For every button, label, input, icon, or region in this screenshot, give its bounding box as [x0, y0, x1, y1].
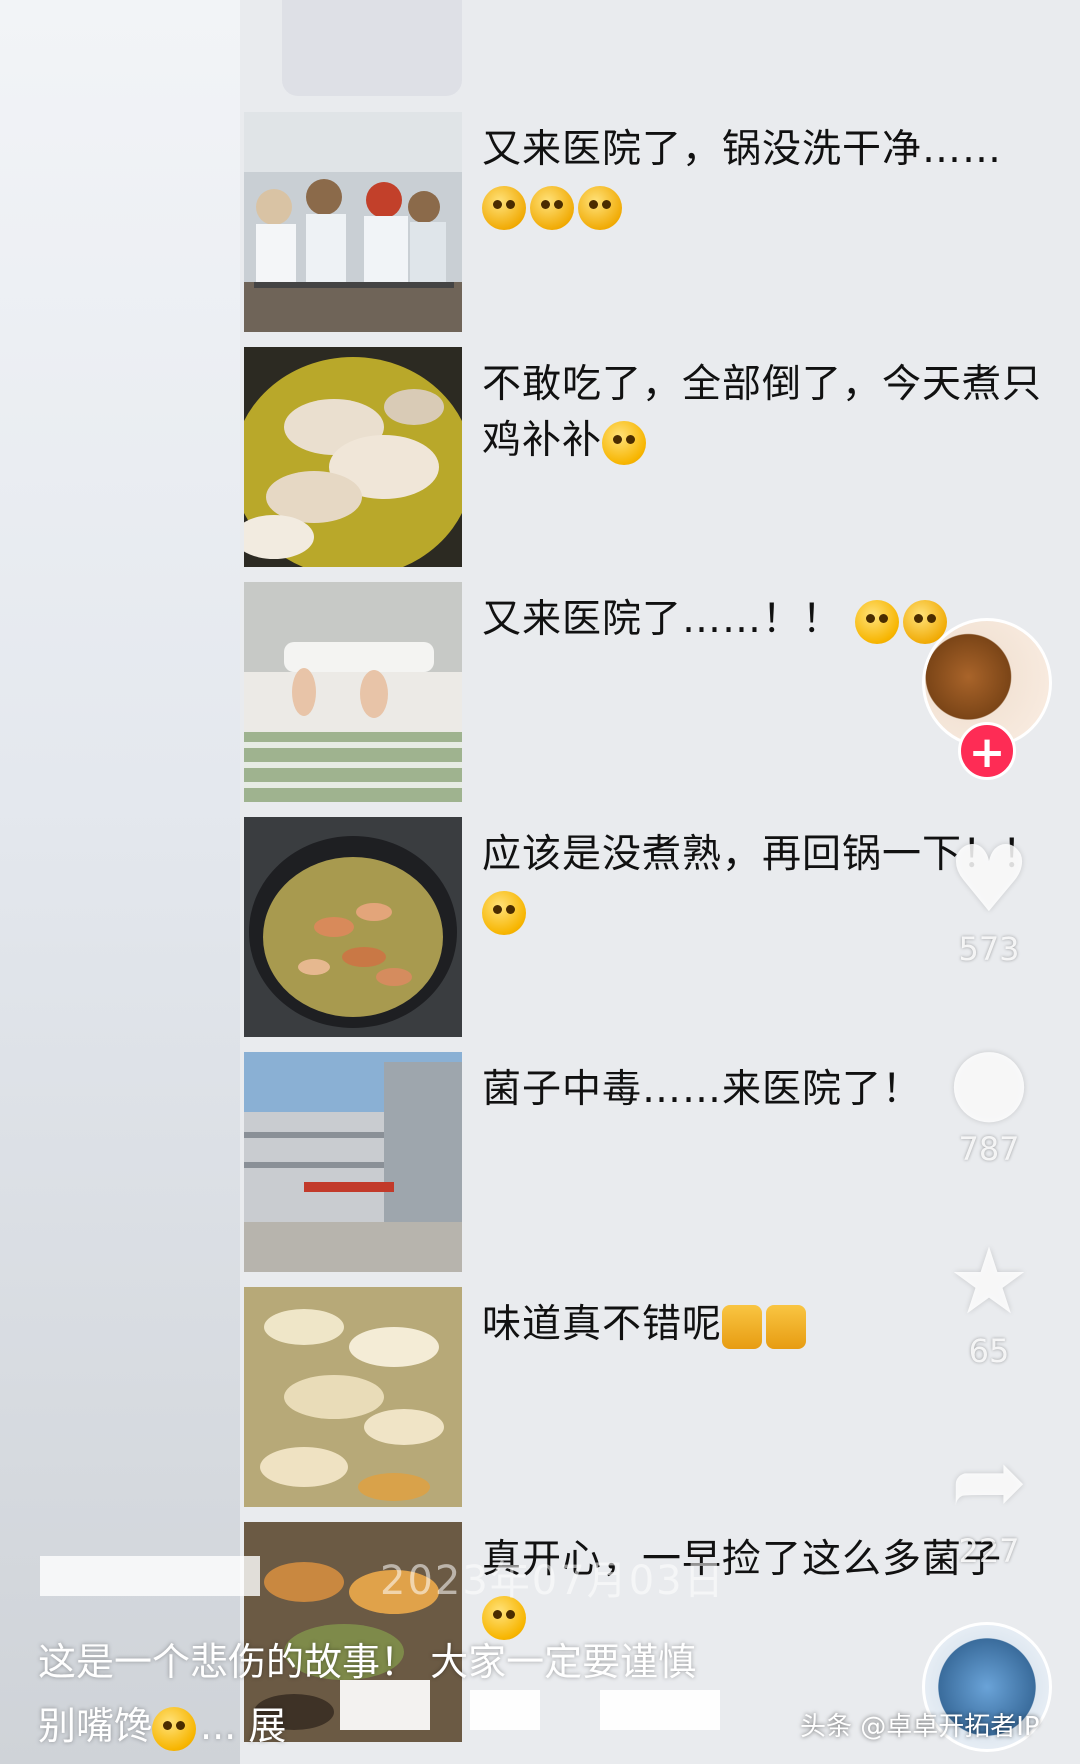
star-icon: ★: [947, 1228, 1031, 1335]
post-text: 又来医院了，锅没洗干净……: [482, 122, 1072, 234]
list-item[interactable]: 又来医院了，锅没洗干净……: [244, 112, 1080, 347]
expand-button[interactable]: 展: [248, 1704, 286, 1748]
follow-button[interactable]: +: [958, 722, 1016, 780]
angry-icon: [855, 599, 900, 644]
favorite-button[interactable]: ★ 65: [934, 1228, 1044, 1371]
caption-line-2-text: 别嘴馋: [38, 1704, 153, 1748]
caption-line-1: 这是一个悲伤的故事！ 大家一定要谨慎: [38, 1640, 697, 1684]
background-left: [0, 0, 240, 1764]
heart-icon: ♥: [947, 826, 1031, 933]
favorite-count: 65: [968, 1332, 1010, 1370]
share-button[interactable]: ➦ 227: [934, 1428, 1044, 1571]
post-text-content: 又来医院了……！！: [482, 597, 843, 642]
grin-icon: [602, 420, 647, 465]
date-stamp: 2023年07月03日: [380, 1558, 726, 1604]
post-text-content: 菌子中毒……来医院了！: [482, 1067, 923, 1112]
cry-icon: [530, 185, 574, 230]
redaction-block: [600, 1690, 720, 1730]
mushroom-dish-photo: [244, 1287, 462, 1507]
comment-button[interactable]: ● 787: [934, 1026, 1044, 1169]
hospital-bed-photo: [244, 582, 462, 802]
post-text-content: 又来医院了，锅没洗干净……: [482, 127, 1003, 172]
cry-icon: [482, 185, 526, 230]
author-name-redacted: [40, 1556, 260, 1596]
comment-count: 787: [958, 1130, 1020, 1168]
ellipsis: ...: [200, 1704, 237, 1748]
thumbs-up-icon: [722, 1304, 763, 1349]
post-text: 不敢吃了，全部倒了，今天煮只鸡补补: [482, 357, 1072, 469]
post-text-content: 味道真不错呢: [482, 1302, 723, 1347]
share-count: 227: [958, 1532, 1020, 1570]
redaction-block: [340, 1680, 430, 1730]
like-count: 573: [958, 930, 1020, 968]
doctors-photo: [244, 112, 462, 332]
top-status-blob: [282, 0, 462, 96]
dizzy-icon: [152, 1706, 197, 1751]
shush-icon: [482, 890, 526, 935]
sob-icon: [578, 185, 622, 230]
share-icon: ➦: [950, 1428, 1028, 1535]
hospital-building-photo: [244, 1052, 462, 1272]
post-text-content: 不敢吃了，全部倒了，今天煮只鸡补补: [482, 362, 1043, 463]
like-button[interactable]: ♥ 573: [934, 826, 1044, 969]
redaction-block: [470, 1690, 540, 1730]
chicken-soup-photo: [244, 347, 462, 567]
list-item[interactable]: 不敢吃了，全部倒了，今天煮只鸡补补: [244, 347, 1080, 582]
watermark: 头条 @卓卓开拓者IP: [800, 1712, 1040, 1742]
thumbs-up-icon: [766, 1304, 807, 1349]
mushroom-wok-photo: [244, 817, 462, 1037]
comment-icon: ●: [948, 1026, 1030, 1133]
